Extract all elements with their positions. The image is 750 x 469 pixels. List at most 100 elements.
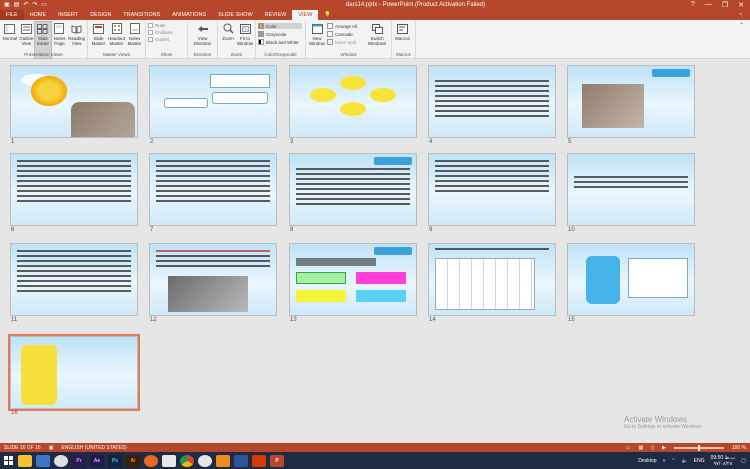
photoshop-icon[interactable]: Ps [108,454,122,467]
powerpoint-taskbar-icon[interactable]: P [270,454,284,467]
slide-sorter-icon [37,22,49,35]
tab-review[interactable]: REVIEW [259,10,293,20]
restore-button[interactable]: ❐ [722,1,728,9]
normal-view-icon [4,22,16,35]
move-split-button[interactable]: Move Split [327,39,365,45]
slide-thumbnail[interactable] [428,153,556,226]
slide-sorter-pane: 1 2 3 4 5 6 7 8 9 10 11 12 13 14 15 16 [0,59,750,443]
color-label: Color [266,23,277,29]
slideshow-status-icon[interactable]: ▶ [662,445,666,451]
volume-icon[interactable]: 🔈 [682,458,688,464]
gridlines-label: Gridlines [155,30,173,35]
slide-thumbnail[interactable] [289,243,417,316]
notes-page-icon [53,22,65,35]
sign-in-link[interactable]: ◔ [739,10,750,20]
color-icon [258,23,264,29]
word-icon[interactable] [234,454,248,467]
powerpoint-icon: ▣ [4,2,10,8]
file-explorer-icon[interactable] [18,454,32,467]
zoom-percent[interactable]: 100 % [732,445,746,451]
save-icon[interactable]: ▤ [14,0,20,10]
gridlines-checkbox[interactable]: Gridlines [148,30,182,35]
slide-thumbnail-selected[interactable] [8,334,140,411]
desktop-toolbar[interactable]: Desktop [638,458,656,464]
start-button[interactable] [0,452,16,469]
slide-thumbnail[interactable] [567,243,695,316]
title-bar: ▣ ▤ ↶ ↷ ▭ dars14.pptx - PowerPoint (Prod… [0,0,750,10]
color-button[interactable]: Color [258,23,302,29]
ruler-checkbox[interactable]: Ruler [148,23,182,28]
tab-home[interactable]: HOME [24,10,53,20]
handout-master-icon [111,22,123,35]
vlc-icon[interactable] [216,454,230,467]
illustrator-icon[interactable]: Ai [126,454,140,467]
grayscale-button[interactable]: Grayscale [258,31,302,37]
media-player-icon[interactable] [162,454,176,467]
slide-sorter-status-icon[interactable]: ▦ [638,445,643,451]
arrange-all-button[interactable]: Arrange All [327,23,365,29]
slide-number: 8 [290,227,294,233]
chrome-icon[interactable] [180,454,194,467]
window-title: dars14.pptx - PowerPoint (Product Activa… [345,2,485,8]
slide-master-icon [93,22,105,35]
after-effects-icon[interactable]: Ae [90,454,104,467]
clock[interactable]: 09:50 ب.ظ ۹۷/۰۸/۲۸ [711,455,736,467]
edge-icon[interactable] [198,454,212,467]
tray-chevron-icon[interactable]: » [663,458,666,464]
slide-thumbnail[interactable] [149,153,277,226]
tab-view[interactable]: VIEW [292,10,319,20]
slide-thumbnail[interactable] [567,65,695,138]
view-direction-label: View Direction [193,36,212,46]
guides-checkbox[interactable]: Guides [148,37,182,42]
slide-thumbnail[interactable] [10,65,138,138]
slide-thumbnail[interactable] [10,243,138,316]
tab-slide-show[interactable]: SLIDE SHOW [212,10,259,20]
slide-thumbnail[interactable] [289,65,417,138]
tab-file[interactable]: FILE [0,10,24,20]
slide-thumbnail[interactable] [567,153,695,226]
notifications-icon[interactable]: ▢ [741,458,746,464]
normal-view-status-icon[interactable]: ▭ [626,445,631,451]
fit-to-window-icon [239,22,251,35]
slide-thumbnail[interactable] [428,65,556,138]
slide-thumbnail[interactable] [428,243,556,316]
app-icon[interactable] [252,454,266,467]
tell-me-icon[interactable]: 💡 [324,10,331,20]
zoom-slider[interactable] [673,444,724,451]
slide-thumbnail[interactable] [289,153,417,226]
slideshow-start-icon[interactable]: ▭ [41,0,47,10]
status-bar: SLIDE 16 OF 16 ▣ ENGLISH (UNITED STATES)… [0,443,750,452]
redo-icon[interactable]: ↷ [32,0,37,10]
undo-icon[interactable]: ↶ [23,0,28,10]
tab-insert[interactable]: INSERT [52,10,84,20]
slide-number: 11 [11,317,18,323]
slide-thumbnail[interactable] [10,153,138,226]
slide-thumbnail[interactable] [149,65,277,138]
tray-up-icon[interactable]: ⌃ [671,458,675,464]
spellcheck-icon[interactable]: ▣ [49,445,54,451]
ruler-label: Ruler [155,23,166,28]
slide-thumbnail[interactable] [149,243,277,316]
tab-animations[interactable]: ANIMATIONS [166,10,212,20]
help-icon[interactable]: ? [691,1,695,9]
app-icon[interactable] [36,454,50,467]
collapse-ribbon-icon[interactable]: ⌃ [733,20,750,58]
tab-transitions[interactable]: TRANSITIONS [117,10,166,20]
quick-access-toolbar: ▣ ▤ ↶ ↷ ▭ [0,0,140,10]
window-group-label: Window [340,52,357,57]
move-split-icon [327,39,333,45]
tab-design[interactable]: DESIGN [84,10,117,20]
slide-number: 1 [11,139,15,145]
group-direction: View Direction Direction [188,20,218,58]
reading-view-status-icon[interactable]: ▯ [651,445,654,451]
close-button[interactable]: ✕ [738,1,744,9]
macros-group-label: Macros [396,52,411,57]
language-status[interactable]: ENGLISH (UNITED STATES) [61,445,126,451]
language-indicator[interactable]: ENG [694,458,705,464]
browser-icon[interactable] [54,454,68,467]
cascade-button[interactable]: Cascade [327,31,365,37]
premiere-icon[interactable]: Pr [72,454,86,467]
minimize-button[interactable]: — [705,1,712,9]
firefox-icon[interactable] [144,454,158,467]
black-and-white-button[interactable]: Black and White [258,39,302,45]
